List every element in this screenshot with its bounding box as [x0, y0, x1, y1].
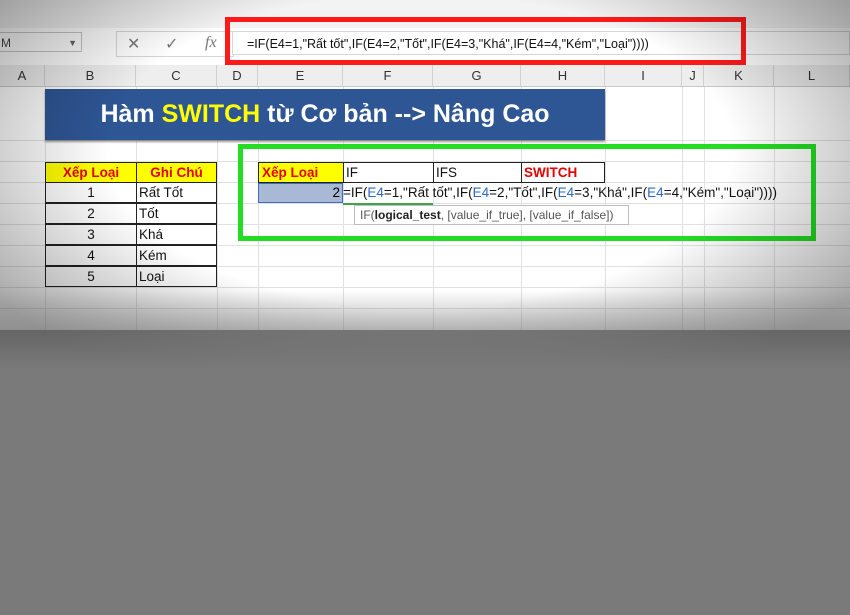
column-header-J[interactable]: J: [682, 65, 704, 87]
green-highlight-box: [238, 144, 816, 241]
chevron-down-icon[interactable]: ▼: [68, 33, 77, 53]
column-header-I[interactable]: I: [605, 65, 682, 87]
table-cell[interactable]: 3: [45, 224, 137, 245]
name-box[interactable]: M ▼: [0, 32, 82, 52]
table-cell[interactable]: 2: [45, 203, 137, 224]
column-header-G[interactable]: G: [433, 65, 521, 87]
table-cell[interactable]: Tốt: [136, 203, 217, 224]
column-header-F[interactable]: F: [343, 65, 433, 87]
column-header-H[interactable]: H: [521, 65, 605, 87]
table-header-rating[interactable]: Xếp Loại: [45, 162, 137, 183]
column-header-C[interactable]: C: [136, 65, 217, 87]
red-highlight-box: [225, 17, 746, 65]
table-header-note[interactable]: Ghi Chú: [136, 162, 217, 183]
table-cell[interactable]: Kém: [136, 245, 217, 266]
formula-bar-buttons: ✕ ✓ fx: [116, 31, 234, 57]
table-cell[interactable]: 4: [45, 245, 137, 266]
column-header-D[interactable]: D: [217, 65, 258, 87]
column-header-E[interactable]: E: [258, 65, 343, 87]
column-header-A[interactable]: A: [0, 65, 45, 87]
banner-text-2: từ Cơ bản --> Nâng Cao: [260, 100, 550, 128]
table-cell[interactable]: Khá: [136, 224, 217, 245]
column-header-L[interactable]: L: [774, 65, 850, 87]
banner-highlight: SWITCH: [161, 100, 261, 128]
column-header-K[interactable]: K: [704, 65, 774, 87]
cancel-icon[interactable]: ✕: [127, 34, 140, 54]
spreadsheet-window: M ▼ ✕ ✓ fx =IF(E4=1,"Rất tốt",IF(E4=2,"T…: [0, 0, 850, 330]
insert-function-icon[interactable]: fx: [205, 34, 217, 52]
table-cell[interactable]: 5: [45, 266, 137, 287]
name-box-value: M: [1, 36, 11, 50]
banner-text-1: Hàm: [100, 100, 162, 128]
column-header-B[interactable]: B: [45, 65, 136, 87]
table-cell[interactable]: Rất Tốt: [136, 182, 217, 203]
title-banner: Hàm SWITCH từ Cơ bản --> Nâng Cao: [45, 89, 605, 140]
table-cell[interactable]: Loại: [136, 266, 217, 287]
enter-icon[interactable]: ✓: [165, 34, 178, 54]
table-cell[interactable]: 1: [45, 182, 137, 203]
